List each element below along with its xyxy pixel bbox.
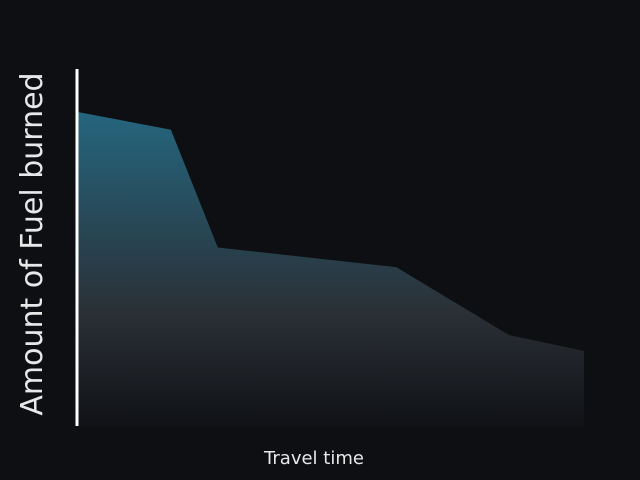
area-chart: Amount of Fuel burned Travel time bbox=[15, 69, 584, 469]
x-axis-label: Travel time bbox=[263, 448, 364, 469]
chart-container: Amount of Fuel burned Travel time bbox=[0, 0, 640, 480]
fuel-area-fill bbox=[77, 111, 584, 426]
y-axis-label: Amount of Fuel burned bbox=[15, 72, 50, 415]
